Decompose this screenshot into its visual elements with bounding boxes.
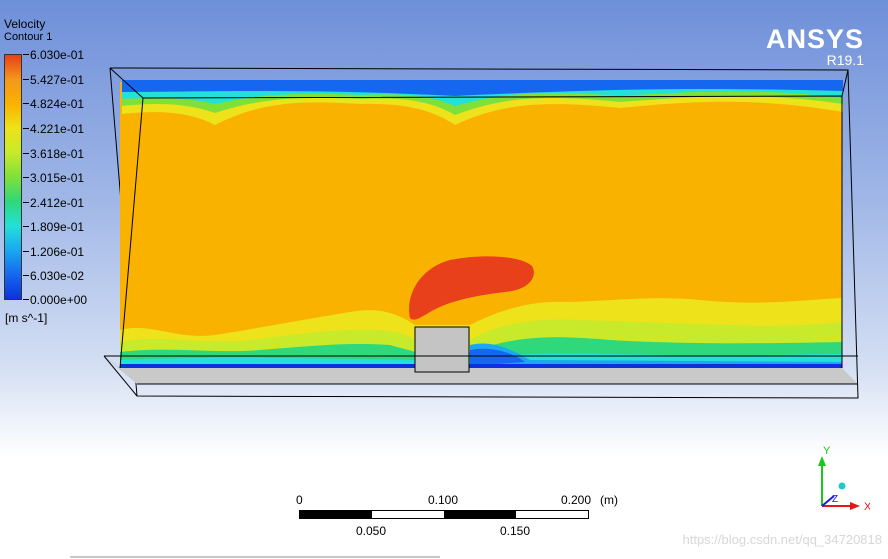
scale-label: 0	[296, 493, 303, 507]
scale-label: 0.150	[500, 524, 531, 538]
watermark: https://blog.csdn.net/qq_34720818	[682, 532, 883, 547]
scale-label: 0.200	[561, 493, 592, 507]
y-axis-arrow-icon	[818, 456, 826, 466]
x-axis-arrow-icon	[850, 502, 860, 510]
graphics-viewport[interactable]: Velocity Contour 1 6.030e-01 5.427e-01 4…	[0, 0, 888, 559]
scale-bar	[299, 510, 589, 519]
scale-label: 0.050	[356, 524, 387, 538]
scale-unit: (m)	[600, 493, 618, 507]
x-axis-label: X	[864, 501, 870, 513]
y-axis-label: Y	[823, 445, 831, 457]
scale-label: 0.100	[428, 493, 459, 507]
view-sphere-icon	[838, 482, 846, 490]
obstacle-block	[414, 326, 470, 373]
axis-triad[interactable]: Y Z X	[810, 444, 870, 514]
z-axis-label: Z	[832, 494, 838, 505]
bottom-divider	[70, 556, 440, 558]
contour-plot	[103, 67, 859, 399]
